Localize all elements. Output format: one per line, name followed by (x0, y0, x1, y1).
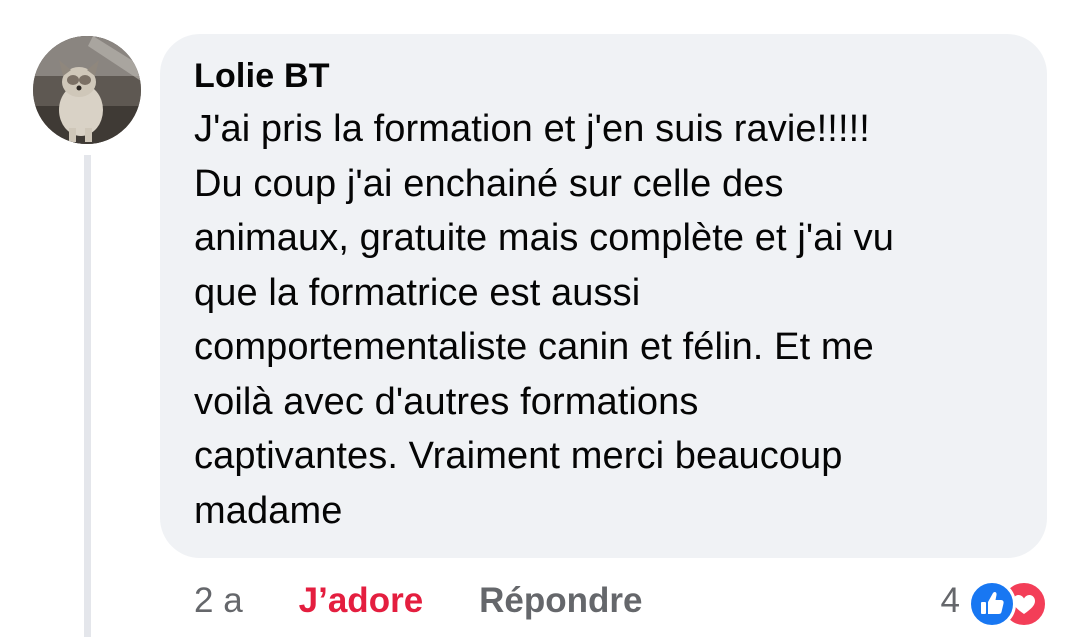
dog-photo-avatar-icon (33, 36, 141, 144)
comment-author[interactable]: Lolie BT (194, 54, 1017, 98)
comment-text: J'ai pris la formation et j'en suis ravi… (194, 108, 895, 532)
comment-actions: 2 a J’adore Répondre (194, 576, 643, 626)
like-icon (968, 580, 1016, 628)
reactions-summary[interactable]: 4 (940, 576, 1048, 628)
reply-button[interactable]: Répondre (479, 581, 642, 621)
thread-line (84, 155, 91, 637)
reaction-icons (968, 578, 1048, 628)
avatar[interactable] (33, 36, 141, 144)
comment-bubble: Lolie BT J'ai pris la formation et j'en … (160, 34, 1047, 558)
reaction-count: 4 (940, 581, 960, 620)
love-reaction-button[interactable]: J’adore (299, 581, 424, 621)
comment-timestamp[interactable]: 2 a (194, 581, 243, 621)
